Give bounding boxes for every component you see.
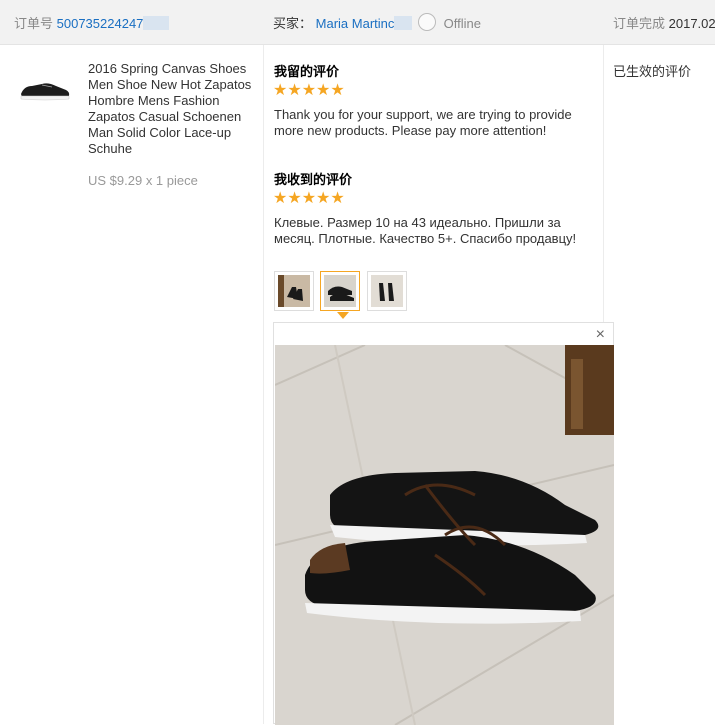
redacted-block <box>394 16 413 30</box>
chat-status-icon[interactable] <box>418 13 437 31</box>
buyer-field: 买家： Maria Martinc Offline <box>273 13 481 32</box>
completed-date: 2017.02 <box>668 16 715 31</box>
completed-field: 订单完成 2017.02 <box>613 13 715 32</box>
review-photo-thumbnail-3[interactable] <box>367 271 407 311</box>
close-icon[interactable]: × <box>596 326 605 344</box>
completed-label: 订单完成 <box>613 16 666 31</box>
review-photo <box>275 345 614 725</box>
received-review-stars: ★★★★★ <box>273 190 345 207</box>
received-review-text: Клевые. Размер 10 на 43 идеально. Пришли… <box>274 215 577 246</box>
order-label: 订单号 <box>14 16 54 31</box>
review-photo-thumbnail-2[interactable] <box>320 271 360 311</box>
column-divider <box>263 45 264 724</box>
my-review-title: 我留的评价 <box>274 65 340 80</box>
review-photo-thumbnail-1[interactable] <box>274 271 314 311</box>
review-effective-status: 已生效的评价 <box>613 64 692 79</box>
buyer-name-link[interactable]: Maria Martinc <box>316 16 395 31</box>
my-review-text: Thank you for your support, we are tryin… <box>274 107 572 138</box>
online-status: Offline <box>443 16 481 31</box>
active-thumbnail-pointer <box>337 312 349 319</box>
redacted-block <box>143 16 170 30</box>
photo-viewer: × <box>273 322 614 725</box>
my-review-stars: ★★★★★ <box>273 82 345 99</box>
order-number-field: 订单号 500735224247 <box>14 13 170 32</box>
buyer-label: 买家： <box>273 16 313 31</box>
product-title[interactable]: 2016 Spring Canvas Shoes Men Shoe New Ho… <box>88 61 260 157</box>
product-price: US $9.29 x 1 piece <box>88 173 198 188</box>
order-header: 订单号 500735224247 买家： Maria Martinc Offli… <box>0 0 715 45</box>
received-review-title: 我收到的评价 <box>274 173 353 188</box>
product-thumbnail[interactable] <box>18 72 72 106</box>
order-number-link[interactable]: 500735224247 <box>57 16 144 31</box>
